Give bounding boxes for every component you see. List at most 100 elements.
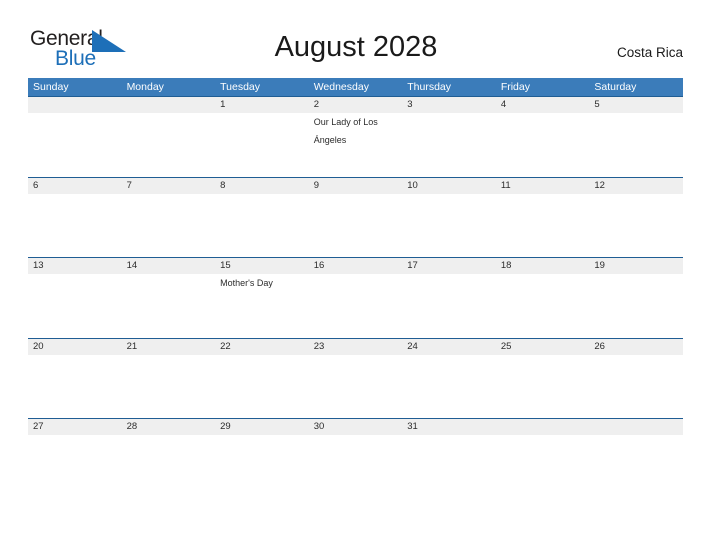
day-cell[interactable]: 5 bbox=[589, 97, 683, 177]
day-number: 3 bbox=[407, 99, 413, 110]
day-cell[interactable]: 16 bbox=[309, 258, 403, 338]
weekday-header-saturday: Saturday bbox=[594, 81, 637, 93]
day-number: 2 bbox=[313, 99, 319, 110]
day-event bbox=[33, 439, 38, 449]
day-number: 24 bbox=[407, 340, 418, 352]
weekday-header-wednesday: Wednesday bbox=[313, 81, 369, 93]
day-cell[interactable]: 14 bbox=[122, 258, 216, 338]
day-number: 14 bbox=[126, 260, 138, 271]
day-event bbox=[501, 439, 506, 449]
day-cell[interactable]: 24 bbox=[402, 339, 496, 419]
day-event bbox=[127, 359, 132, 369]
day-cell[interactable]: 29 bbox=[215, 419, 309, 499]
day-cell[interactable]: 26 bbox=[589, 339, 683, 419]
day-cell[interactable]: 17 bbox=[402, 258, 496, 338]
day-number: 1 bbox=[220, 99, 226, 110]
day-event bbox=[127, 278, 132, 288]
day-event bbox=[220, 439, 225, 449]
day-number: 20 bbox=[33, 340, 44, 352]
day-cell[interactable]: 10 bbox=[402, 178, 496, 258]
day-cell[interactable]: 4 bbox=[496, 97, 590, 177]
weekday-header-friday: Friday bbox=[500, 81, 530, 93]
day-cell[interactable]: 27 bbox=[28, 419, 122, 499]
day-event bbox=[314, 439, 319, 449]
day-cell[interactable]: 7 bbox=[122, 178, 216, 258]
day-cell[interactable]: 19 bbox=[589, 258, 683, 338]
day-cell[interactable]: 28 bbox=[122, 419, 216, 499]
day-event bbox=[33, 359, 38, 369]
day-event bbox=[501, 359, 506, 369]
day-cell[interactable]: 18 bbox=[496, 258, 590, 338]
day-cell[interactable]: 1 bbox=[215, 97, 309, 177]
day-event bbox=[501, 278, 506, 288]
day-cell[interactable]: 2 Our Lady of Los Ángeles bbox=[309, 97, 403, 177]
day-number bbox=[501, 421, 590, 434]
day-number: 6 bbox=[33, 179, 39, 191]
day-number bbox=[594, 421, 683, 434]
weekday-header-thursday: Thursday bbox=[407, 81, 452, 93]
day-number: 15 bbox=[220, 260, 231, 271]
day-number bbox=[33, 99, 122, 112]
day-event: Our Lady of Los Ángeles bbox=[313, 117, 378, 145]
day-event bbox=[594, 439, 599, 449]
day-cell[interactable]: 25 bbox=[496, 339, 590, 419]
weekday-header-tuesday: Tuesday bbox=[220, 81, 261, 93]
day-number: 18 bbox=[500, 260, 512, 271]
day-number: 13 bbox=[33, 260, 44, 271]
day-cell[interactable]: 21 bbox=[122, 339, 216, 419]
weekday-header-sunday: Sunday bbox=[33, 81, 69, 93]
day-event bbox=[407, 359, 412, 369]
week-row: 27 28 29 30 31 bbox=[28, 418, 683, 499]
day-event bbox=[220, 198, 225, 208]
day-number: 7 bbox=[126, 179, 132, 191]
day-event bbox=[220, 117, 225, 127]
day-number: 25 bbox=[500, 340, 512, 352]
day-event bbox=[314, 359, 319, 369]
day-event bbox=[407, 278, 412, 288]
day-event bbox=[220, 359, 225, 369]
day-event: Mother's Day bbox=[220, 278, 273, 288]
day-event bbox=[33, 117, 38, 127]
day-number bbox=[127, 99, 216, 112]
day-cell[interactable]: 9 bbox=[309, 178, 403, 258]
day-cell[interactable]: 22 bbox=[215, 339, 309, 419]
day-number: 31 bbox=[407, 421, 418, 432]
day-event bbox=[407, 439, 412, 449]
day-cell[interactable]: 3 bbox=[402, 97, 496, 177]
region-label: Costa Rica bbox=[616, 45, 683, 60]
calendar-page: { "brand": { "word_one": "General", "wor… bbox=[0, 0, 712, 550]
week-row: 6 7 8 9 10 11 12 bbox=[28, 176, 683, 258]
day-cell[interactable]: 11 bbox=[496, 178, 590, 258]
day-event bbox=[594, 359, 599, 369]
day-cell[interactable]: 15 Mother's Day bbox=[215, 258, 309, 338]
day-event bbox=[314, 278, 319, 288]
day-event bbox=[407, 117, 412, 127]
day-event bbox=[501, 198, 506, 208]
day-cell[interactable]: 6 bbox=[28, 178, 122, 258]
page-header: General Blue August 2028 Costa Rica bbox=[0, 0, 712, 78]
day-cell[interactable]: 30 bbox=[309, 419, 403, 499]
day-cell[interactable]: 13 bbox=[28, 258, 122, 338]
day-cell[interactable]: 20 bbox=[28, 339, 122, 419]
day-cell[interactable]: 12 bbox=[589, 178, 683, 258]
day-cell[interactable]: 23 bbox=[309, 339, 403, 419]
day-event bbox=[33, 278, 38, 288]
day-event bbox=[407, 198, 412, 208]
day-event bbox=[594, 198, 599, 208]
day-event bbox=[127, 198, 132, 208]
day-number: 26 bbox=[594, 340, 605, 352]
day-cell[interactable] bbox=[589, 419, 683, 499]
day-event bbox=[594, 278, 599, 288]
day-event bbox=[33, 198, 38, 208]
day-number: 22 bbox=[220, 340, 231, 352]
day-cell[interactable] bbox=[122, 97, 216, 177]
day-cell[interactable] bbox=[496, 419, 590, 499]
day-number: 30 bbox=[313, 421, 325, 432]
day-number: 5 bbox=[594, 99, 600, 110]
day-cell[interactable]: 31 bbox=[402, 419, 496, 499]
day-number: 4 bbox=[500, 99, 507, 110]
day-cell[interactable]: 8 bbox=[215, 178, 309, 258]
day-number: 21 bbox=[126, 340, 138, 352]
day-cell[interactable] bbox=[28, 97, 122, 177]
day-number: 11 bbox=[500, 179, 511, 191]
